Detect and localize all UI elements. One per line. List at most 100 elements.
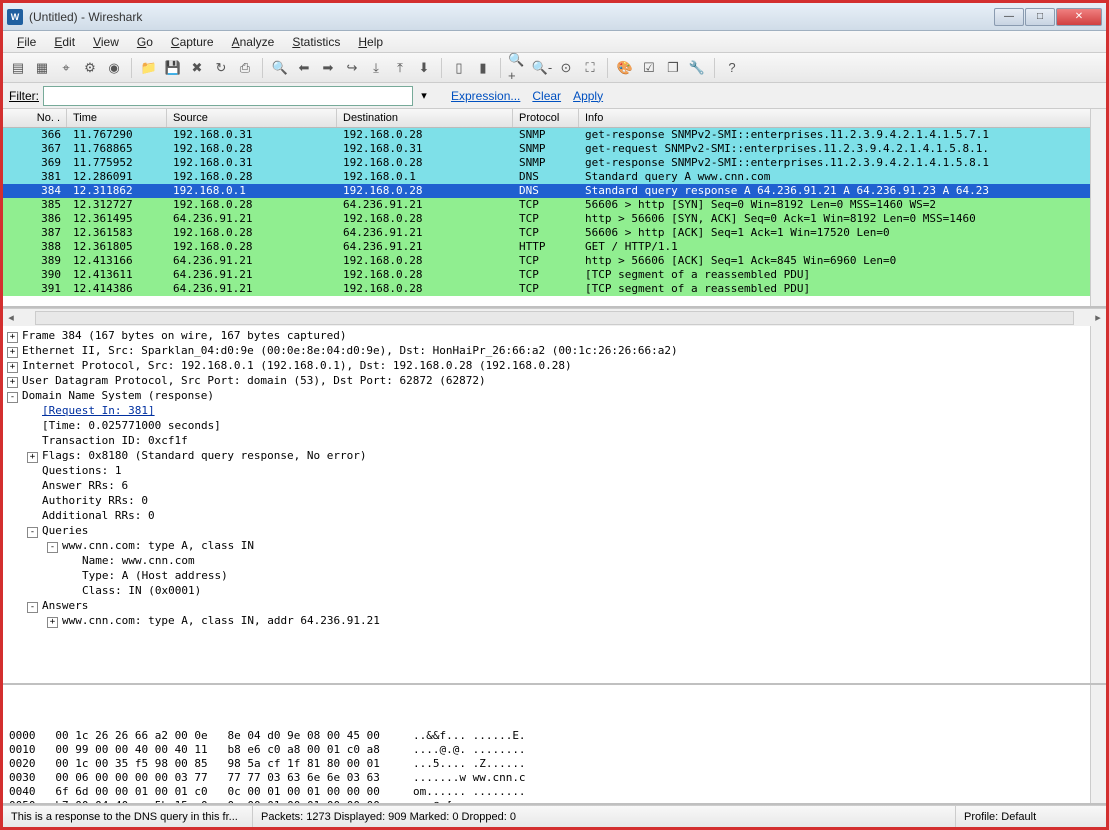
details-vscroll[interactable] xyxy=(1090,326,1106,683)
tree-node[interactable]: +Frame 384 (167 bytes on wire, 167 bytes… xyxy=(7,328,1102,343)
toolbar-down-icon[interactable]: ⤓ xyxy=(365,57,387,79)
packet-row[interactable]: 38612.36149564.236.91.21192.168.0.28TCPh… xyxy=(3,212,1106,226)
menu-help[interactable]: Help xyxy=(350,33,391,51)
toolbar-disk-icon[interactable]: ◉ xyxy=(103,57,125,79)
tree-toggle-icon[interactable]: - xyxy=(27,602,38,613)
toolbar-palette-icon[interactable]: 🎨 xyxy=(614,57,636,79)
tree-toggle-icon[interactable]: + xyxy=(7,362,18,373)
packet-bytes-pane[interactable]: 0000 00 1c 26 26 66 a2 00 0e 8e 04 d0 9e… xyxy=(3,685,1106,805)
packet-list-header[interactable]: No. . Time Source Destination Protocol I… xyxy=(3,109,1106,128)
toolbar-zout-icon[interactable]: 🔍- xyxy=(531,57,553,79)
scroll-left-icon[interactable]: ◂ xyxy=(3,311,19,324)
toolbar-col2-icon[interactable]: ▮ xyxy=(472,57,494,79)
packet-row[interactable]: 38412.311862192.168.0.1192.168.0.28DNSSt… xyxy=(3,184,1106,198)
packet-row[interactable]: 38112.286091192.168.0.28192.168.0.1DNSSt… xyxy=(3,170,1106,184)
tree-node[interactable]: Class: IN (0x0001) xyxy=(7,583,1102,598)
toolbar-check-icon[interactable]: ☑ xyxy=(638,57,660,79)
packet-row[interactable]: 38912.41316664.236.91.21192.168.0.28TCPh… xyxy=(3,254,1106,268)
toolbar-zin-icon[interactable]: 🔍+ xyxy=(507,57,529,79)
tree-node[interactable]: Answer RRs: 6 xyxy=(7,478,1102,493)
hex-line[interactable]: 0030 00 06 00 00 00 00 03 77 77 77 03 63… xyxy=(9,771,1100,785)
filter-dropdown-icon[interactable]: ▾ xyxy=(417,89,431,102)
toolbar-print-icon[interactable]: ⎙ xyxy=(234,57,256,79)
toolbar-back-icon[interactable]: ⬅ xyxy=(293,57,315,79)
tree-toggle-icon[interactable]: + xyxy=(7,377,18,388)
toolbar-resize-icon[interactable]: ⛶ xyxy=(579,57,601,79)
tree-node[interactable]: Transaction ID: 0xcf1f xyxy=(7,433,1102,448)
packet-row[interactable]: 36911.775952192.168.0.31192.168.0.28SNMP… xyxy=(3,156,1106,170)
titlebar[interactable]: W (Untitled) - Wireshark — □ ✕ xyxy=(3,3,1106,31)
tree-node[interactable]: Authority RRs: 0 xyxy=(7,493,1102,508)
hex-vscroll[interactable] xyxy=(1090,685,1106,803)
toolbar-dnld-icon[interactable]: ⬇ xyxy=(413,57,435,79)
tree-toggle-icon[interactable]: + xyxy=(7,347,18,358)
menu-edit[interactable]: Edit xyxy=(46,33,83,51)
tree-node[interactable]: -www.cnn.com: type A, class IN xyxy=(7,538,1102,553)
tree-node[interactable]: [Time: 0.025771000 seconds] xyxy=(7,418,1102,433)
col-info[interactable]: Info xyxy=(579,109,1106,127)
hex-line[interactable]: 0040 6f 6d 00 00 01 00 01 c0 0c 00 01 00… xyxy=(9,785,1100,799)
toolbar-net-icon[interactable]: ⌖ xyxy=(55,57,77,79)
tree-link[interactable]: [Request In: 381] xyxy=(42,404,155,417)
close-button[interactable]: ✕ xyxy=(1056,8,1102,26)
hex-line[interactable]: 0050 b7 00 04 40 ec 5b 15 c0 0c 00 01 00… xyxy=(9,799,1100,805)
tree-node[interactable]: +User Datagram Protocol, Src Port: domai… xyxy=(7,373,1102,388)
col-no[interactable]: No. . xyxy=(3,109,67,127)
toolbar-fwd-icon[interactable]: ➡ xyxy=(317,57,339,79)
toolbar-save-icon[interactable]: 💾 xyxy=(162,57,184,79)
tree-node[interactable]: -Answers xyxy=(7,598,1102,613)
col-destination[interactable]: Destination xyxy=(337,109,513,127)
packet-row[interactable]: 36711.768865192.168.0.28192.168.0.31SNMP… xyxy=(3,142,1106,156)
apply-link[interactable]: Apply xyxy=(569,89,607,103)
tree-toggle-icon[interactable]: - xyxy=(7,392,18,403)
toolbar-wifi-icon[interactable]: ⚙ xyxy=(79,57,101,79)
tree-node[interactable]: +Flags: 0x8180 (Standard query response,… xyxy=(7,448,1102,463)
toolbar-folder-icon[interactable]: 📁 xyxy=(138,57,160,79)
tree-node[interactable]: +Internet Protocol, Src: 192.168.0.1 (19… xyxy=(7,358,1102,373)
tree-node[interactable]: Questions: 1 xyxy=(7,463,1102,478)
toolbar-wrench-icon[interactable]: 🔧 xyxy=(686,57,708,79)
menu-view[interactable]: View xyxy=(85,33,127,51)
packet-row[interactable]: 38812.361805192.168.0.2864.236.91.21HTTP… xyxy=(3,240,1106,254)
packet-details-pane[interactable]: +Frame 384 (167 bytes on wire, 167 bytes… xyxy=(3,326,1106,685)
hex-line[interactable]: 0010 00 99 00 00 40 00 40 11 b8 e6 c0 a8… xyxy=(9,743,1100,757)
tree-node[interactable]: -Domain Name System (response) xyxy=(7,388,1102,403)
tree-toggle-icon[interactable]: - xyxy=(47,542,58,553)
toolbar-list-icon[interactable]: ▤ xyxy=(7,57,29,79)
packet-row[interactable]: 36611.767290192.168.0.31192.168.0.28SNMP… xyxy=(3,128,1106,142)
minimize-button[interactable]: — xyxy=(994,8,1024,26)
tree-toggle-icon[interactable]: + xyxy=(47,617,58,628)
tree-node[interactable]: Additional RRs: 0 xyxy=(7,508,1102,523)
toolbar-col1-icon[interactable]: ▯ xyxy=(448,57,470,79)
tree-node[interactable]: Name: www.cnn.com xyxy=(7,553,1102,568)
menu-capture[interactable]: Capture xyxy=(163,33,222,51)
packet-list-hscroll[interactable]: ◂ ▸ xyxy=(3,308,1106,326)
toolbar-close-icon[interactable]: ✖ xyxy=(186,57,208,79)
menu-analyze[interactable]: Analyze xyxy=(224,33,283,51)
col-protocol[interactable]: Protocol xyxy=(513,109,579,127)
tree-toggle-icon[interactable]: + xyxy=(27,452,38,463)
tree-toggle-icon[interactable]: - xyxy=(27,527,38,538)
tree-toggle-icon[interactable]: + xyxy=(7,332,18,343)
toolbar-reload-icon[interactable]: ↻ xyxy=(210,57,232,79)
menu-file[interactable]: File xyxy=(9,33,44,51)
scroll-right-icon[interactable]: ▸ xyxy=(1090,311,1106,324)
hex-line[interactable]: 0020 00 1c 00 35 f5 98 00 85 98 5a cf 1f… xyxy=(9,757,1100,771)
packet-row[interactable]: 39112.41438664.236.91.21192.168.0.28TCP[… xyxy=(3,282,1106,296)
clear-link[interactable]: Clear xyxy=(528,89,565,103)
toolbar-card-icon[interactable]: ▦ xyxy=(31,57,53,79)
tree-node[interactable]: +Ethernet II, Src: Sparklan_04:d0:9e (00… xyxy=(7,343,1102,358)
tree-node[interactable]: -Queries xyxy=(7,523,1102,538)
packet-row[interactable]: 39012.41361164.236.91.21192.168.0.28TCP[… xyxy=(3,268,1106,282)
toolbar-z1-icon[interactable]: ⊙ xyxy=(555,57,577,79)
packet-list-pane[interactable]: No. . Time Source Destination Protocol I… xyxy=(3,109,1106,308)
packet-list-vscroll[interactable] xyxy=(1090,109,1106,306)
hex-line[interactable]: 0000 00 1c 26 26 66 a2 00 0e 8e 04 d0 9e… xyxy=(9,729,1100,743)
tree-node[interactable]: +www.cnn.com: type A, class IN, addr 64.… xyxy=(7,613,1102,628)
menu-statistics[interactable]: Statistics xyxy=(284,33,348,51)
maximize-button[interactable]: □ xyxy=(1025,8,1055,26)
toolbar-help-icon[interactable]: ? xyxy=(721,57,743,79)
packet-row[interactable]: 38712.361583192.168.0.2864.236.91.21TCP5… xyxy=(3,226,1106,240)
filter-input[interactable] xyxy=(43,86,413,106)
toolbar-up-icon[interactable]: ⤒ xyxy=(389,57,411,79)
